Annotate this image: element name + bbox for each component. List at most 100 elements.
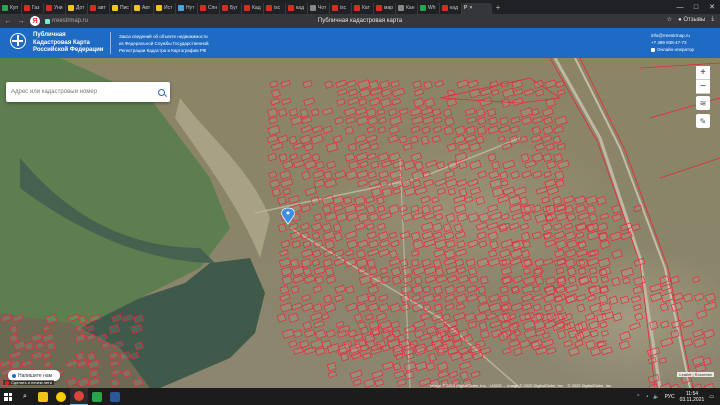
browser-tab[interactable]: Буг: [220, 2, 242, 14]
land-parcel[interactable]: [436, 187, 446, 196]
land-parcel[interactable]: [596, 222, 609, 232]
land-parcel[interactable]: [389, 115, 403, 126]
land-parcel[interactable]: [270, 88, 281, 98]
land-parcel[interactable]: [428, 352, 437, 362]
land-parcel[interactable]: [378, 294, 389, 302]
land-parcel[interactable]: [392, 362, 402, 371]
land-parcel[interactable]: [412, 239, 424, 250]
land-parcel[interactable]: [502, 159, 516, 170]
land-parcel[interactable]: [444, 303, 455, 311]
land-parcel[interactable]: [358, 88, 371, 98]
land-parcel[interactable]: [464, 196, 474, 203]
land-parcel[interactable]: [336, 88, 348, 96]
land-parcel[interactable]: [321, 107, 334, 116]
land-parcel[interactable]: [510, 170, 520, 180]
land-parcel[interactable]: [389, 302, 401, 313]
land-parcel[interactable]: [321, 195, 335, 206]
land-parcel[interactable]: [299, 222, 310, 231]
land-parcel[interactable]: [466, 116, 477, 124]
browser-tab[interactable]: мар: [374, 2, 396, 14]
land-parcel[interactable]: [577, 211, 590, 221]
network-icon[interactable]: ◔: [645, 394, 648, 400]
land-parcel[interactable]: [390, 80, 400, 88]
land-parcel[interactable]: [456, 79, 469, 89]
land-parcel[interactable]: [543, 116, 553, 125]
land-parcel[interactable]: [349, 369, 363, 380]
browser-tab[interactable]: кад: [286, 2, 308, 14]
land-parcel[interactable]: [479, 87, 492, 97]
land-parcel[interactable]: [323, 294, 333, 304]
land-parcel[interactable]: [467, 79, 479, 89]
land-parcel[interactable]: [279, 249, 289, 257]
land-parcel[interactable]: [459, 371, 469, 381]
browser-tab[interactable]: Спн: [198, 2, 220, 14]
land-parcel[interactable]: [702, 357, 712, 366]
land-parcel[interactable]: [269, 179, 281, 189]
land-parcel[interactable]: [281, 328, 295, 339]
land-parcel[interactable]: [553, 125, 564, 134]
land-parcel[interactable]: [282, 187, 291, 196]
land-parcel[interactable]: [618, 340, 631, 350]
land-parcel[interactable]: [532, 293, 544, 302]
land-parcel[interactable]: [465, 125, 476, 135]
land-parcel[interactable]: [599, 212, 610, 220]
land-parcel[interactable]: [544, 239, 556, 248]
land-parcel[interactable]: [266, 107, 278, 118]
land-parcel[interactable]: [649, 292, 663, 303]
yandex-browser-icon[interactable]: [52, 388, 70, 405]
land-parcel[interactable]: [314, 329, 327, 340]
land-parcel[interactable]: [366, 125, 376, 134]
land-parcel[interactable]: [421, 126, 431, 134]
land-parcel[interactable]: [422, 293, 436, 304]
land-parcel[interactable]: [376, 222, 386, 231]
land-parcel[interactable]: [692, 276, 701, 283]
browser-tab[interactable]: Нут: [176, 2, 198, 14]
land-parcel[interactable]: [488, 302, 502, 313]
land-parcel[interactable]: [358, 98, 368, 106]
land-parcel[interactable]: [443, 125, 454, 136]
land-parcel[interactable]: [500, 212, 510, 221]
land-parcel[interactable]: [611, 213, 623, 222]
land-parcel[interactable]: [457, 142, 470, 152]
land-parcel[interactable]: [600, 329, 609, 337]
land-parcel[interactable]: [703, 329, 715, 339]
land-parcel[interactable]: [532, 170, 543, 179]
land-parcel[interactable]: [303, 328, 316, 338]
land-parcel[interactable]: [456, 266, 467, 275]
land-parcel[interactable]: [444, 170, 455, 179]
land-parcel[interactable]: [542, 258, 554, 266]
browser-tab[interactable]: Кан: [396, 2, 418, 14]
land-parcel[interactable]: [423, 212, 435, 221]
land-parcel[interactable]: [432, 204, 443, 213]
land-parcel[interactable]: [564, 258, 576, 269]
land-parcel[interactable]: [488, 293, 500, 303]
land-parcel[interactable]: [311, 125, 323, 134]
land-parcel[interactable]: [310, 196, 321, 206]
land-parcel[interactable]: [446, 142, 457, 152]
land-parcel[interactable]: [612, 312, 623, 322]
land-parcel[interactable]: [576, 303, 586, 313]
land-parcel[interactable]: [369, 142, 379, 151]
land-parcel[interactable]: [519, 107, 534, 118]
land-parcel[interactable]: [553, 230, 566, 240]
land-parcel[interactable]: [313, 213, 323, 222]
land-parcel[interactable]: [489, 319, 503, 329]
start-button[interactable]: [0, 388, 16, 405]
land-parcel[interactable]: [693, 292, 705, 302]
land-parcel[interactable]: [601, 346, 613, 356]
land-parcel[interactable]: [512, 88, 524, 96]
land-parcel[interactable]: [499, 285, 509, 294]
land-parcel[interactable]: [513, 347, 523, 357]
land-parcel[interactable]: [487, 257, 501, 267]
land-parcel[interactable]: [588, 213, 598, 223]
land-parcel[interactable]: [585, 339, 596, 350]
land-parcel[interactable]: [500, 179, 509, 187]
land-parcel[interactable]: [344, 230, 358, 240]
land-parcel[interactable]: [577, 267, 587, 276]
land-parcel[interactable]: [633, 257, 646, 267]
land-parcel[interactable]: [411, 169, 425, 181]
land-parcel[interactable]: [476, 257, 489, 268]
land-parcel[interactable]: [347, 97, 360, 106]
land-parcel[interactable]: [454, 203, 467, 214]
land-parcel[interactable]: [556, 88, 566, 96]
